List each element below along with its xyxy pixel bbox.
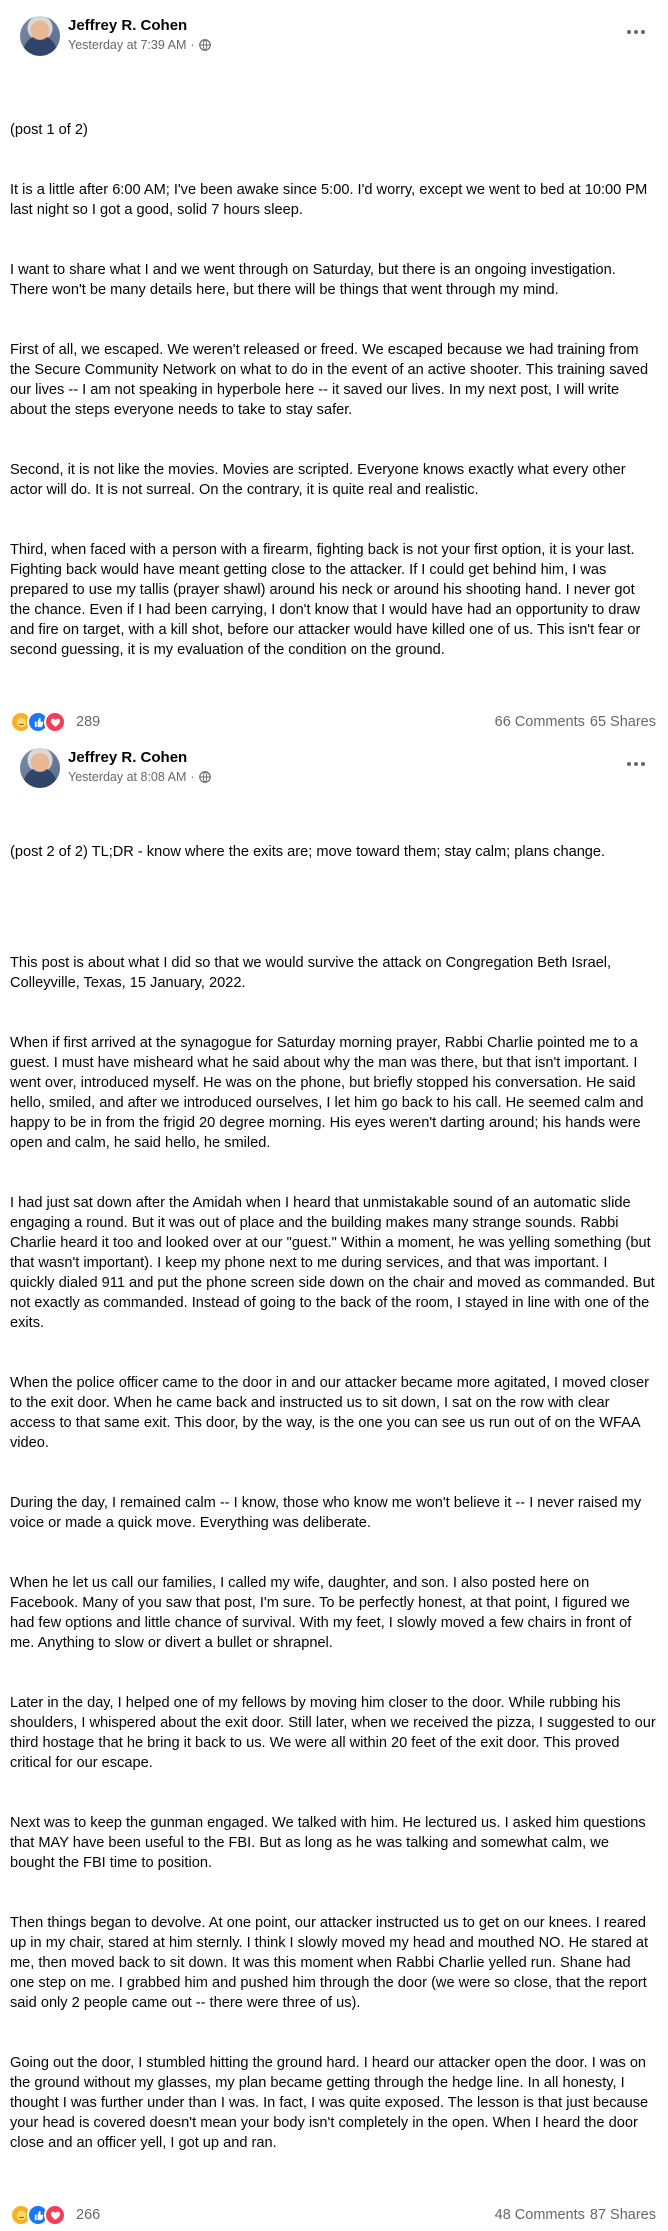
paragraph: (post 2 of 2) TL;DR - know where the exi… xyxy=(10,844,606,860)
comments-link[interactable]: 66 Comments xyxy=(495,714,585,730)
post-header: Jeffrey R. Cohen Yesterday at 7:39 AM · xyxy=(10,16,656,66)
post-meta: Yesterday at 8:08 AM · xyxy=(68,770,211,784)
post-body: (post 1 of 2) It is a little after 6:00 … xyxy=(10,80,656,700)
post-timestamp[interactable]: Yesterday at 7:39 AM xyxy=(68,38,186,52)
post-2: Jeffrey R. Cohen Yesterday at 8:08 AM · … xyxy=(0,738,668,2231)
comments-link[interactable]: 48 Comments xyxy=(495,2207,585,2223)
paragraph: It is a little after 6:00 AM; I've been … xyxy=(10,182,652,218)
meta-separator: · xyxy=(190,770,195,784)
globe-icon xyxy=(198,771,211,783)
paragraph: During the day, I remained calm -- I kno… xyxy=(10,1495,646,1531)
more-options-icon[interactable] xyxy=(624,754,648,774)
post-timestamp[interactable]: Yesterday at 8:08 AM xyxy=(68,770,186,784)
reaction-count: 289 xyxy=(76,714,101,730)
paragraph: When if first arrived at the synagogue f… xyxy=(10,1035,648,1151)
paragraph: Later in the day, I helped one of my fel… xyxy=(10,1695,660,1771)
paragraph: I had just sat down after the Amidah whe… xyxy=(10,1195,659,1331)
post-1: Jeffrey R. Cohen Yesterday at 7:39 AM · … xyxy=(0,0,668,738)
reactions[interactable]: 266 xyxy=(10,2204,100,2226)
heart-icon xyxy=(44,711,66,733)
reactions[interactable]: 289 xyxy=(10,711,100,733)
globe-icon xyxy=(198,39,211,51)
post-footer: 266 48 Comments 87 Shares xyxy=(10,2199,656,2231)
paragraph: This post is about what I did so that we… xyxy=(10,955,616,991)
paragraph: Going out the door, I stumbled hitting t… xyxy=(10,2055,653,2151)
paragraph: (post 1 of 2) xyxy=(10,122,88,138)
author-name[interactable]: Jeffrey R. Cohen xyxy=(68,749,187,766)
paragraph: When he let us call our families, I call… xyxy=(10,1575,636,1651)
avatar[interactable] xyxy=(20,16,60,56)
heart-icon xyxy=(44,2204,66,2226)
paragraph: Third, when faced with a person with a f… xyxy=(10,542,645,658)
paragraph: I want to share what I and we went throu… xyxy=(10,262,620,298)
paragraph: Next was to keep the gunman engaged. We … xyxy=(10,1815,650,1871)
avatar[interactable] xyxy=(20,748,60,788)
post-stats: 48 Comments 87 Shares xyxy=(495,2207,656,2223)
post-stats: 66 Comments 65 Shares xyxy=(495,714,656,730)
shares-link[interactable]: 65 Shares xyxy=(590,714,656,730)
paragraph: Second, it is not like the movies. Movie… xyxy=(10,462,630,498)
paragraph: First of all, we escaped. We weren't rel… xyxy=(10,342,653,418)
shares-link[interactable]: 87 Shares xyxy=(590,2207,656,2223)
post-body: (post 2 of 2) TL;DR - know where the exi… xyxy=(10,802,656,2193)
reaction-count: 266 xyxy=(76,2207,101,2223)
paragraph: When the police officer came to the door… xyxy=(10,1375,654,1451)
author-name[interactable]: Jeffrey R. Cohen xyxy=(68,17,187,34)
post-meta: Yesterday at 7:39 AM · xyxy=(68,38,211,52)
meta-separator: · xyxy=(190,38,195,52)
post-footer: 289 66 Comments 65 Shares xyxy=(10,706,656,738)
paragraph xyxy=(10,902,656,913)
post-header: Jeffrey R. Cohen Yesterday at 8:08 AM · xyxy=(10,748,656,798)
more-options-icon[interactable] xyxy=(624,22,648,42)
paragraph: Then things began to devolve. At one poi… xyxy=(10,1915,653,2011)
